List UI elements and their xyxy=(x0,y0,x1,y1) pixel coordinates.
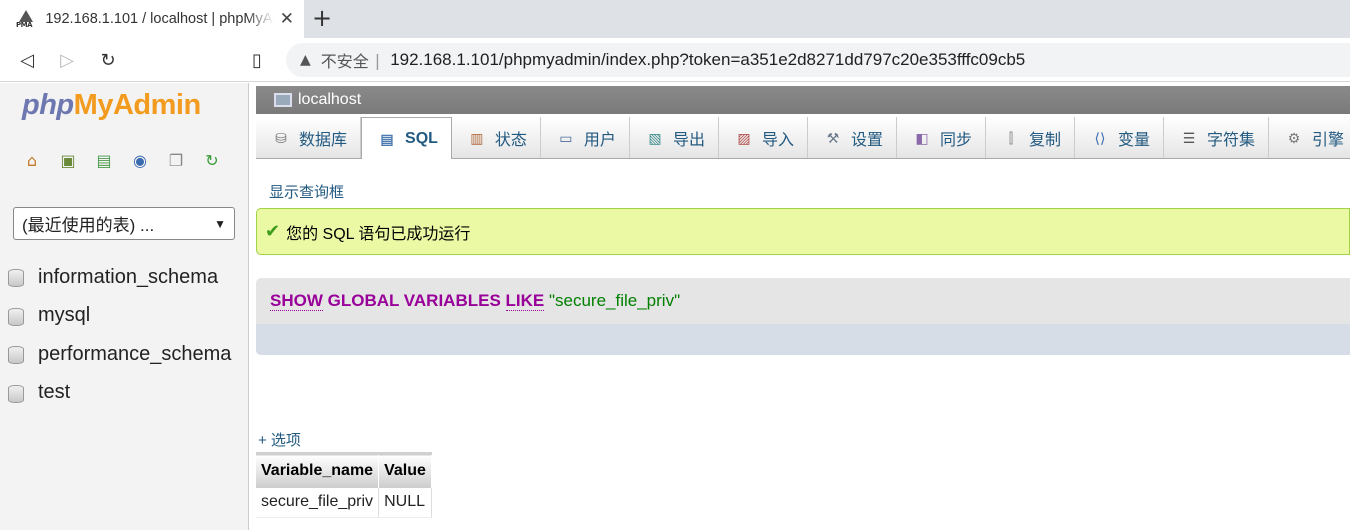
url-text[interactable]: 192.168.1.101/phpmyadmin/index.php?token… xyxy=(390,50,1025,70)
url-separator: | xyxy=(374,50,381,70)
phpmyadmin-logo[interactable]: phpMyAdmin xyxy=(22,89,201,122)
sql-query-text: SHOW GLOBAL VARIABLES LIKE "secure_file_… xyxy=(270,291,680,311)
browser-tab[interactable]: PMA 192.168.1.101 / localhost | phpMyAdm… xyxy=(0,0,304,38)
tab-sync[interactable]: ◧ 同步 xyxy=(896,117,986,158)
server-breadcrumb: localhost xyxy=(256,86,1350,114)
tab-status[interactable]: ▥ 状态 xyxy=(451,117,541,158)
sql-keyword-global-variables: GLOBAL VARIABLES xyxy=(327,291,501,310)
sync-icon: ◧ xyxy=(915,129,929,146)
tab-export[interactable]: ▧ 导出 xyxy=(629,117,719,158)
browser-tabstrip: PMA 192.168.1.101 / localhost | phpMyAdm… xyxy=(0,0,1350,38)
home-icon[interactable]: ⌂ xyxy=(22,151,42,171)
database-list: information_schema mysql performance_sch… xyxy=(8,258,231,412)
database-name[interactable]: mysql xyxy=(38,304,90,327)
phpmyadmin-favicon-icon: PMA xyxy=(16,9,35,29)
address-bar[interactable]: ▲ 不安全 | 192.168.1.101/phpmyadmin/index.p… xyxy=(286,43,1350,77)
sql-query-box: SHOW GLOBAL VARIABLES LIKE "secure_file_… xyxy=(256,278,1350,355)
sql-keyword-show[interactable]: SHOW xyxy=(270,291,323,311)
database-icon xyxy=(8,384,24,403)
tab-variables[interactable]: ⟨⟩ 变量 xyxy=(1075,117,1165,158)
options-link[interactable]: + 选项 xyxy=(258,429,301,450)
chevron-down-icon: ▼ xyxy=(214,216,226,231)
import-icon: ▨ xyxy=(737,129,751,146)
checkmark-icon: ✔ xyxy=(265,221,281,242)
tab-import[interactable]: ▨ 导入 xyxy=(718,117,808,158)
reload-icon[interactable]: ↻ xyxy=(95,47,121,73)
column-header[interactable]: Value xyxy=(378,452,432,488)
forward-icon[interactable]: ▷ xyxy=(54,47,80,73)
sql-keyword-like[interactable]: LIKE xyxy=(505,291,545,311)
navigation-panel: phpMyAdmin ⌂ ▣ ▤ ◉ ❐ ↻ (最近使用的表) ... ▼ in… xyxy=(0,83,249,530)
replication-icon: ⫿ xyxy=(1008,129,1014,146)
table-cell: secure_file_priv xyxy=(256,487,380,518)
tab-databases[interactable]: ⛁ 数据库 xyxy=(256,117,362,158)
engines-icon: ⚙ xyxy=(1287,129,1301,146)
tab-sql[interactable]: ▤ SQL xyxy=(361,117,452,159)
main-tabs: ⛁ 数据库 ▤ SQL ▥ 状态 ▭ 用户 ▧ 导出 ▨ 导入 ⚒ 设置 ◧ 同步 ⫿ 复制 ⟨⟩… xyxy=(256,117,1350,159)
docs-icon[interactable]: ◉ xyxy=(130,151,150,171)
database-item[interactable]: performance_schema xyxy=(8,335,231,374)
tab-engines[interactable]: ⚙ 引擎 xyxy=(1269,117,1350,158)
warning-icon[interactable]: ▲ xyxy=(300,52,311,68)
status-icon: ▥ xyxy=(470,129,484,146)
reload-icon[interactable]: ↻ xyxy=(202,151,222,171)
logout-icon[interactable]: ▣ xyxy=(58,151,78,171)
table-cell: NULL xyxy=(378,487,432,518)
tab-replication[interactable]: ⫿ 复制 xyxy=(986,117,1076,158)
success-text: 您的 SQL 语句已成功运行 xyxy=(286,225,471,243)
tab-settings[interactable]: ⚒ 设置 xyxy=(807,117,897,158)
export-icon: ▧ xyxy=(648,129,662,146)
database-item[interactable]: test xyxy=(8,374,231,413)
show-query-box-link[interactable]: 显示查询框 xyxy=(269,181,344,202)
charset-icon: ☰ xyxy=(1182,129,1196,146)
database-name[interactable]: test xyxy=(38,381,70,404)
database-name[interactable]: information_schema xyxy=(38,266,218,289)
tab-users[interactable]: ▭ 用户 xyxy=(540,117,630,158)
server-icon xyxy=(274,93,292,107)
quick-icons: ⌂ ▣ ▤ ◉ ❐ ↻ xyxy=(22,151,222,171)
sql-query-tools-bar xyxy=(256,324,1350,355)
sql-string-literal: "secure_file_priv" xyxy=(548,291,681,310)
result-table: Variable_name Value secure_file_priv NUL… xyxy=(256,452,432,518)
sql-icon: ▤ xyxy=(380,130,394,147)
database-item[interactable]: mysql xyxy=(8,297,231,336)
result-header-row: Variable_name Value xyxy=(256,452,432,488)
copy-icon[interactable]: ❐ xyxy=(166,151,186,171)
database-icon xyxy=(8,269,24,288)
database-icon xyxy=(8,307,24,326)
bookmark-icon[interactable]: ▯ xyxy=(244,47,270,73)
database-name[interactable]: performance_schema xyxy=(38,343,231,366)
query-window-icon[interactable]: ▤ xyxy=(94,151,114,171)
variables-icon: ⟨⟩ xyxy=(1094,129,1106,146)
column-header[interactable]: Variable_name xyxy=(256,452,380,488)
browser-toolbar: ◁ ▷ ↻ ▯ ▲ 不安全 | 192.168.1.101/phpmyadmin… xyxy=(0,38,1350,82)
settings-icon: ⚒ xyxy=(826,129,840,146)
database-item[interactable]: information_schema xyxy=(8,258,231,297)
browser-tab-title: 192.168.1.101 / localhost | phpMyAdmin xyxy=(45,11,273,27)
recent-tables-select[interactable]: (最近使用的表) ... ▼ xyxy=(13,207,235,240)
users-icon: ▭ xyxy=(559,129,573,146)
back-icon[interactable]: ◁ xyxy=(14,47,40,73)
close-tab-icon[interactable]: ✕ xyxy=(280,9,294,29)
new-tab-icon[interactable]: + xyxy=(312,5,332,31)
server-name[interactable]: localhost xyxy=(298,91,361,109)
table-row: secure_file_priv NULL xyxy=(256,487,432,518)
tab-charsets[interactable]: ☰ 字符集 xyxy=(1164,117,1270,158)
success-message: ✔ 您的 SQL 语句已成功运行 xyxy=(256,208,1350,255)
recent-tables-value: (最近使用的表) ... xyxy=(22,216,155,235)
database-icon xyxy=(8,346,24,365)
security-label[interactable]: 不安全 xyxy=(321,48,369,72)
database-icon: ⛁ xyxy=(275,129,287,146)
